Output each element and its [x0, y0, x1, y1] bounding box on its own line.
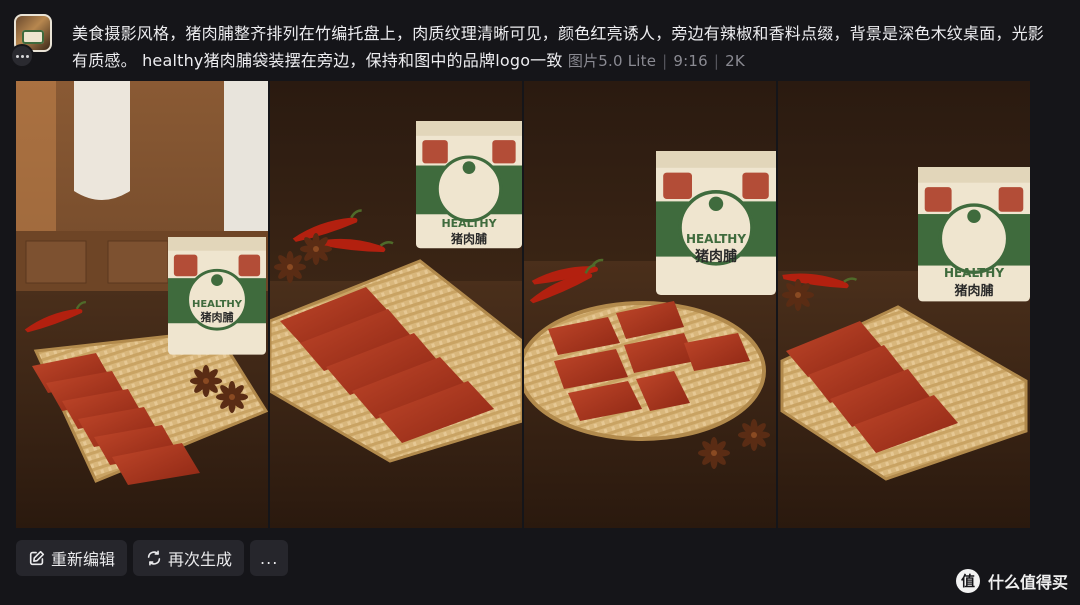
generated-image-2[interactable]: HEALTHY 猪肉脯	[270, 81, 522, 528]
refresh-icon	[147, 550, 161, 566]
regenerate-button[interactable]: 再次生成	[133, 540, 245, 576]
aspect-ratio-tag: 9:16	[673, 52, 708, 70]
model-tag: 图片5.0 Lite	[567, 52, 657, 70]
re-edit-label: 重新编辑	[51, 550, 116, 569]
svg-text:HEALTHY: HEALTHY	[441, 217, 497, 230]
svg-text:猪肉脯: 猪肉脯	[694, 248, 737, 265]
meta-separator: |	[713, 52, 720, 70]
svg-text:猪肉脯: 猪肉脯	[200, 310, 234, 324]
watermark: 值 什么值得买	[955, 569, 1068, 593]
watermark-text: 什么值得买	[987, 573, 1068, 592]
svg-text:HEALTHY: HEALTHY	[944, 266, 1004, 280]
generated-image-4[interactable]: HEALTHY 猪肉脯	[778, 81, 1030, 528]
user-avatar[interactable]	[10, 14, 54, 68]
svg-text:HEALTHY: HEALTHY	[192, 299, 243, 310]
svg-text:猪肉脯: 猪肉脯	[953, 283, 993, 299]
resolution-tag: 2K	[725, 52, 745, 70]
svg-text:猪肉脯: 猪肉脯	[450, 231, 487, 246]
regenerate-label: 再次生成	[168, 550, 233, 569]
watermark-logo-icon: 值	[955, 569, 980, 593]
more-dots-icon[interactable]	[10, 44, 34, 68]
prompt-message: 美食摄影风格，猪肉脯整齐排列在竹编托盘上，肉质纹理清晰可见，颜色红亮诱人，旁边有…	[72, 20, 1047, 75]
image-gallery: HEALTHY 猪肉脯 HEALTHY 猪肉脯 HEALTHY 猪肉脯 HEAL…	[16, 81, 1030, 528]
edit-icon	[29, 550, 45, 566]
meta-separator: |	[662, 52, 668, 70]
action-bar: 重新编辑 再次生成 ...	[16, 540, 289, 576]
svg-text:HEALTHY: HEALTHY	[686, 232, 746, 246]
generated-image-3[interactable]: HEALTHY 猪肉脯	[524, 81, 776, 528]
more-label: ...	[260, 548, 279, 568]
prompt-text: 美食摄影风格，猪肉脯整齐排列在竹编托盘上，肉质纹理清晰可见，颜色红亮诱人，旁边有…	[72, 24, 1045, 70]
more-options-button[interactable]: ...	[250, 540, 289, 576]
re-edit-button[interactable]: 重新编辑	[16, 540, 128, 576]
generated-image-1[interactable]: HEALTHY 猪肉脯	[16, 81, 268, 528]
